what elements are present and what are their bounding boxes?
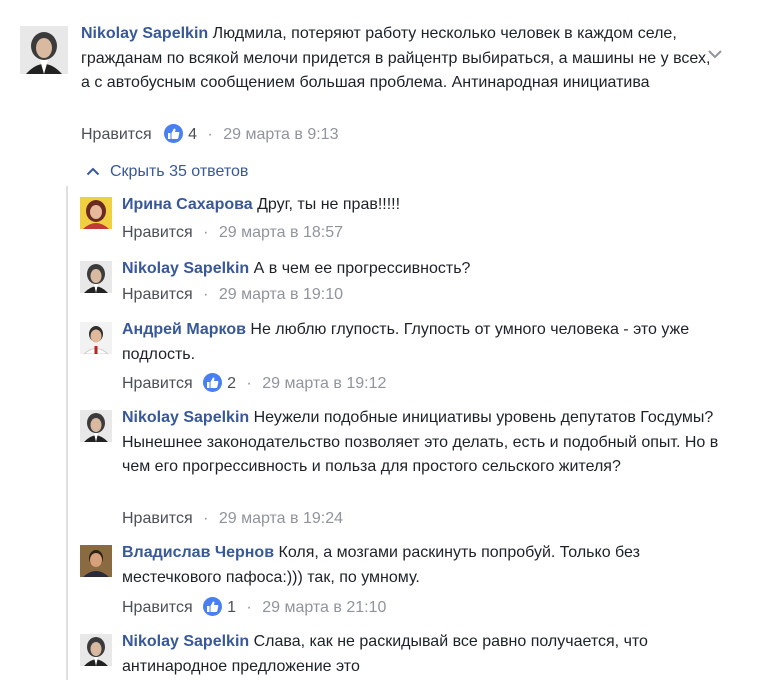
- avatar[interactable]: [80, 545, 112, 577]
- avatar[interactable]: [80, 634, 112, 666]
- timestamp[interactable]: 29 марта в 18:57: [219, 224, 343, 241]
- comment-actions: Нравится · 29 марта в 19:24: [122, 510, 344, 527]
- avatar-photo-icon: [20, 26, 68, 74]
- like-button[interactable]: Нравится: [122, 510, 193, 527]
- comment-text: Ирина Сахарова Друг, ты не прав!!!!!: [122, 193, 722, 218]
- like-button[interactable]: Нравится: [122, 286, 193, 303]
- comment-author[interactable]: Nikolay Sapelkin: [122, 633, 249, 650]
- timestamp[interactable]: 29 марта в 19:10: [219, 286, 343, 303]
- comment-actions: Нравится · 29 марта в 19:10: [122, 286, 344, 303]
- avatar[interactable]: [80, 197, 112, 229]
- comment-body: Друг, ты не прав!!!!!: [257, 196, 401, 213]
- comment-actions: Нравится 2 · 29 марта в 19:12: [122, 373, 387, 392]
- timestamp[interactable]: 29 марта в 19:12: [262, 375, 386, 392]
- thumbs-up-icon: [203, 373, 223, 392]
- like-count[interactable]: 1: [227, 599, 236, 616]
- thumbs-up-icon: [164, 124, 184, 143]
- avatar[interactable]: [80, 410, 112, 442]
- comment-text: Nikolay Sapelkin А в чем ее прогрессивно…: [122, 257, 722, 282]
- thumbs-up-icon: [203, 597, 223, 616]
- comment-author[interactable]: Андрей Марков: [122, 321, 246, 338]
- hide-replies-link[interactable]: Скрыть 35 ответов: [86, 161, 248, 183]
- comment-text: Nikolay Sapelkin Слава, как не раскидыва…: [122, 630, 722, 679]
- avatar[interactable]: [80, 322, 112, 354]
- comment-text: Владислав Чернов Коля, а мозгами раскину…: [122, 541, 722, 590]
- comment-actions: Нравится · 29 марта в 18:57: [122, 224, 344, 241]
- timestamp[interactable]: 29 марта в 9:13: [223, 126, 338, 143]
- avatar[interactable]: [20, 26, 68, 74]
- avatar-photo-icon: [80, 261, 112, 293]
- comment-author[interactable]: Nikolay Sapelkin: [81, 25, 208, 42]
- avatar-photo-icon: [80, 410, 112, 442]
- comment-text: Nikolay Sapelkin Людмила, потеряют работ…: [81, 22, 711, 96]
- timestamp[interactable]: 29 марта в 19:24: [219, 510, 343, 527]
- like-button[interactable]: Нравится: [81, 126, 152, 143]
- avatar-photo-icon: [80, 634, 112, 666]
- comment-author[interactable]: Nikolay Sapelkin: [122, 409, 249, 426]
- like-button[interactable]: Нравится: [122, 224, 193, 241]
- avatar[interactable]: [80, 261, 112, 293]
- chevron-up-icon: [86, 161, 100, 176]
- avatar-photo-icon: [80, 197, 112, 229]
- comment-author[interactable]: Владислав Чернов: [122, 544, 274, 561]
- hide-replies-label: Скрыть 35 ответов: [110, 163, 249, 180]
- like-button[interactable]: Нравится: [122, 375, 193, 392]
- comment-body: А в чем ее прогрессивность?: [253, 260, 471, 277]
- comment-actions: Нравится 1 · 29 марта в 21:10: [122, 597, 387, 616]
- chevron-down-icon[interactable]: [705, 44, 725, 64]
- comment-author[interactable]: Nikolay Sapelkin: [122, 260, 249, 277]
- timestamp[interactable]: 29 марта в 21:10: [262, 599, 386, 616]
- avatar-photo-icon: [80, 322, 112, 354]
- like-count[interactable]: 4: [188, 126, 197, 143]
- comment-text: Nikolay Sapelkin Неужели подобные инициа…: [122, 406, 722, 480]
- like-count[interactable]: 2: [227, 375, 236, 392]
- comment-text: Андрей Марков Не люблю глупость. Глупост…: [122, 318, 722, 367]
- comment-author[interactable]: Ирина Сахарова: [122, 196, 253, 213]
- thread-line: [66, 186, 68, 680]
- comment-actions: Нравится 4 · 29 марта в 9:13: [81, 124, 339, 143]
- like-button[interactable]: Нравится: [122, 599, 193, 616]
- avatar-photo-icon: [80, 545, 112, 577]
